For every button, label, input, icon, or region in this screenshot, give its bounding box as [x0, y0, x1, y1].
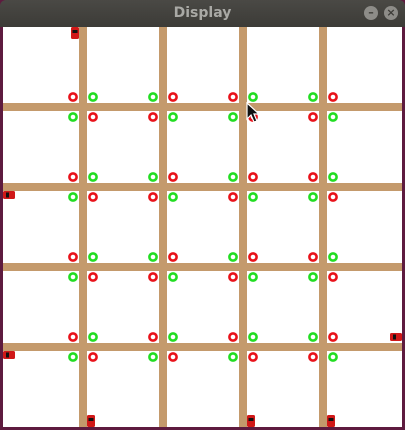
traffic-light-green — [228, 352, 238, 362]
traffic-light-green — [328, 112, 338, 122]
display-window: Display – × — [0, 0, 405, 430]
road-row-4 — [3, 343, 402, 351]
traffic-light-red — [68, 172, 78, 182]
traffic-light-red — [308, 112, 318, 122]
traffic-light-red — [328, 332, 338, 342]
traffic-light-red — [148, 112, 158, 122]
traffic-light-green — [88, 172, 98, 182]
title-bar[interactable]: Display – × — [0, 0, 405, 27]
traffic-light-green — [88, 92, 98, 102]
traffic-light-red — [248, 172, 258, 182]
car-windshield — [6, 192, 9, 198]
traffic-light-red — [168, 352, 178, 362]
traffic-light-green — [328, 352, 338, 362]
traffic-light-red — [228, 92, 238, 102]
traffic-light-red — [88, 272, 98, 282]
traffic-light-green — [68, 352, 78, 362]
traffic-light-green — [88, 252, 98, 262]
traffic-light-green — [148, 172, 158, 182]
traffic-light-red — [248, 252, 258, 262]
road-column-1 — [79, 27, 87, 427]
traffic-light-green — [148, 252, 158, 262]
traffic-light-red — [328, 92, 338, 102]
traffic-light-green — [228, 252, 238, 262]
car-windshield — [6, 352, 9, 358]
traffic-light-green — [168, 272, 178, 282]
traffic-light-red — [308, 352, 318, 362]
minimize-button[interactable]: – — [364, 6, 378, 20]
car-windshield — [248, 418, 254, 421]
traffic-light-red — [148, 272, 158, 282]
traffic-light-green — [248, 192, 258, 202]
traffic-light-green — [328, 172, 338, 182]
traffic-light-green — [228, 172, 238, 182]
display-canvas[interactable] — [3, 27, 402, 427]
traffic-light-red — [148, 192, 158, 202]
road-row-1 — [3, 103, 402, 111]
traffic-light-red — [88, 192, 98, 202]
car-windshield — [393, 334, 396, 340]
traffic-light-green — [248, 272, 258, 282]
traffic-light-red — [68, 332, 78, 342]
traffic-light-red — [168, 252, 178, 262]
traffic-light-green — [168, 332, 178, 342]
traffic-light-green — [148, 92, 158, 102]
traffic-light-red — [228, 332, 238, 342]
traffic-light-green — [68, 112, 78, 122]
traffic-light-red — [68, 252, 78, 262]
traffic-light-red — [248, 352, 258, 362]
traffic-light-red — [228, 192, 238, 202]
traffic-light-red — [68, 92, 78, 102]
traffic-light-red — [328, 192, 338, 202]
mouse-cursor-icon — [246, 102, 261, 123]
traffic-light-green — [308, 332, 318, 342]
road-column-3 — [239, 27, 247, 427]
traffic-light-green — [328, 252, 338, 262]
traffic-light-red — [308, 252, 318, 262]
traffic-light-green — [308, 272, 318, 282]
road-column-4 — [319, 27, 327, 427]
traffic-light-green — [168, 192, 178, 202]
road-row-2 — [3, 183, 402, 191]
traffic-light-red — [88, 112, 98, 122]
traffic-light-red — [168, 172, 178, 182]
road-column-2 — [159, 27, 167, 427]
car-windshield — [328, 418, 334, 421]
traffic-light-green — [88, 332, 98, 342]
traffic-light-red — [168, 92, 178, 102]
traffic-light-green — [308, 192, 318, 202]
traffic-scene — [3, 27, 402, 427]
car-windshield — [88, 418, 94, 421]
traffic-light-green — [148, 352, 158, 362]
traffic-light-green — [68, 192, 78, 202]
traffic-light-green — [248, 92, 258, 102]
traffic-light-green — [228, 112, 238, 122]
traffic-light-red — [228, 272, 238, 282]
traffic-light-green — [308, 92, 318, 102]
traffic-light-red — [328, 272, 338, 282]
traffic-light-green — [68, 272, 78, 282]
traffic-light-red — [308, 172, 318, 182]
window-title: Display — [173, 5, 232, 21]
traffic-light-red — [148, 332, 158, 342]
car-windshield — [72, 30, 78, 33]
traffic-light-red — [88, 352, 98, 362]
road-row-3 — [3, 263, 402, 271]
traffic-light-green — [248, 332, 258, 342]
traffic-light-green — [168, 112, 178, 122]
close-button[interactable]: × — [384, 6, 398, 20]
